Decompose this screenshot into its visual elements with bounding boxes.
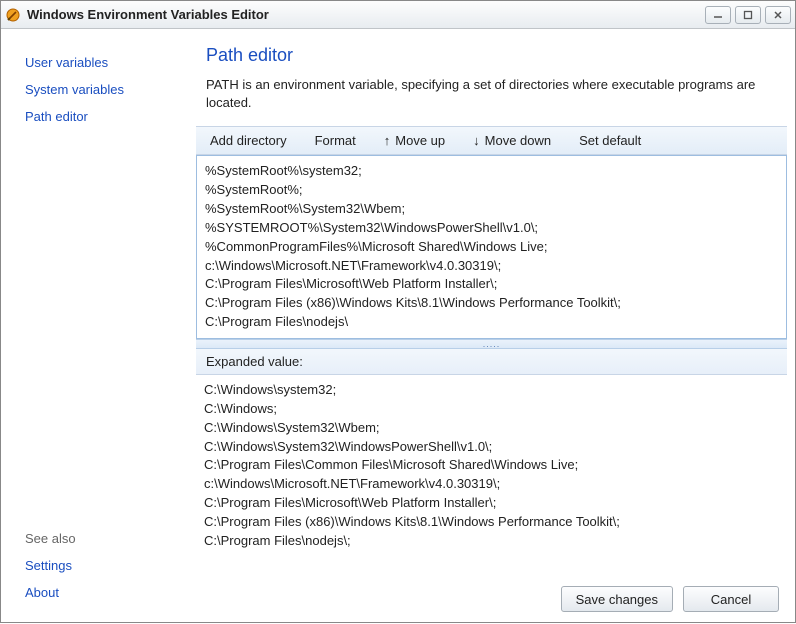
- maximize-button[interactable]: [735, 6, 761, 24]
- titlebar[interactable]: Windows Environment Variables Editor: [1, 1, 795, 29]
- expanded-entry: C:\Windows\System32\Wbem;: [204, 419, 779, 438]
- expanded-entry: C:\Program Files\Microsoft\Web Platform …: [204, 494, 779, 513]
- window-title: Windows Environment Variables Editor: [27, 7, 705, 22]
- expanded-entry: C:\Program Files\nodejs\;: [204, 532, 779, 551]
- cancel-button[interactable]: Cancel: [683, 586, 779, 612]
- toolbar-label: Format: [315, 133, 356, 148]
- minimize-button[interactable]: [705, 6, 731, 24]
- expanded-value-header: Expanded value:: [196, 349, 787, 375]
- main-panel: Path editor PATH is an environment varia…: [189, 39, 787, 616]
- expanded-entry: C:\Windows\system32;: [204, 381, 779, 400]
- expanded-entry: C:\Program Files\Common Files\Microsoft …: [204, 456, 779, 475]
- path-entry[interactable]: C:\Program Files\Microsoft\Web Platform …: [205, 275, 778, 294]
- toolbar: Add directory Format ↑ Move up ↓ Move do…: [196, 126, 787, 155]
- window-controls: [705, 6, 791, 24]
- expanded-entry: C:\Windows;: [204, 400, 779, 419]
- see-also-label: See also: [21, 525, 177, 552]
- path-entry[interactable]: %SYSTEMROOT%\System32\WindowsPowerShell\…: [205, 219, 778, 238]
- expanded-entry: C:\Windows\System32\WindowsPowerShell\v1…: [204, 438, 779, 457]
- path-entry[interactable]: C:\Program Files (x86)\Windows Kits\8.1\…: [205, 294, 778, 313]
- expanded-value-box: C:\Windows\system32;C:\Windows;C:\Window…: [196, 375, 787, 576]
- path-entry[interactable]: %CommonProgramFiles%\Microsoft Shared\Wi…: [205, 238, 778, 257]
- add-directory-button[interactable]: Add directory: [210, 133, 287, 148]
- sidebar-item-about[interactable]: About: [21, 579, 177, 606]
- sidebar-item-system-variables[interactable]: System variables: [21, 76, 177, 103]
- page-title: Path editor: [206, 45, 777, 66]
- sidebar-item-settings[interactable]: Settings: [21, 552, 177, 579]
- app-icon: [5, 7, 21, 23]
- move-down-button[interactable]: ↓ Move down: [473, 133, 551, 148]
- toolbar-label: Add directory: [210, 133, 287, 148]
- main-header: Path editor PATH is an environment varia…: [196, 39, 787, 126]
- footer-buttons: Save changes Cancel: [196, 576, 787, 616]
- save-changes-button[interactable]: Save changes: [561, 586, 673, 612]
- expanded-entry: C:\Program Files (x86)\Windows Kits\8.1\…: [204, 513, 779, 532]
- splitter-handle[interactable]: .....: [196, 339, 787, 349]
- path-editor-textbox[interactable]: %SystemRoot%\system32;%SystemRoot%;%Syst…: [196, 155, 787, 339]
- sidebar-item-user-variables[interactable]: User variables: [21, 49, 177, 76]
- sidebar-item-path-editor[interactable]: Path editor: [21, 103, 177, 130]
- path-entry[interactable]: c:\Windows\Microsoft.NET\Framework\v4.0.…: [205, 257, 778, 276]
- format-button[interactable]: Format: [315, 133, 356, 148]
- move-up-button[interactable]: ↑ Move up: [384, 133, 445, 148]
- page-description: PATH is an environment variable, specify…: [206, 76, 777, 112]
- arrow-down-icon: ↓: [473, 133, 480, 148]
- path-entry[interactable]: %SystemRoot%;: [205, 181, 778, 200]
- close-button[interactable]: [765, 6, 791, 24]
- toolbar-label: Set default: [579, 133, 641, 148]
- set-default-button[interactable]: Set default: [579, 133, 641, 148]
- toolbar-label: Move up: [395, 133, 445, 148]
- path-entry[interactable]: %SystemRoot%\System32\Wbem;: [205, 200, 778, 219]
- arrow-up-icon: ↑: [384, 133, 391, 148]
- expanded-entry: c:\Windows\Microsoft.NET\Framework\v4.0.…: [204, 475, 779, 494]
- path-entry[interactable]: C:\Program Files\nodejs\: [205, 313, 778, 332]
- path-entry[interactable]: %SystemRoot%\system32;: [205, 162, 778, 181]
- sidebar: User variables System variables Path edi…: [9, 39, 189, 616]
- toolbar-label: Move down: [485, 133, 551, 148]
